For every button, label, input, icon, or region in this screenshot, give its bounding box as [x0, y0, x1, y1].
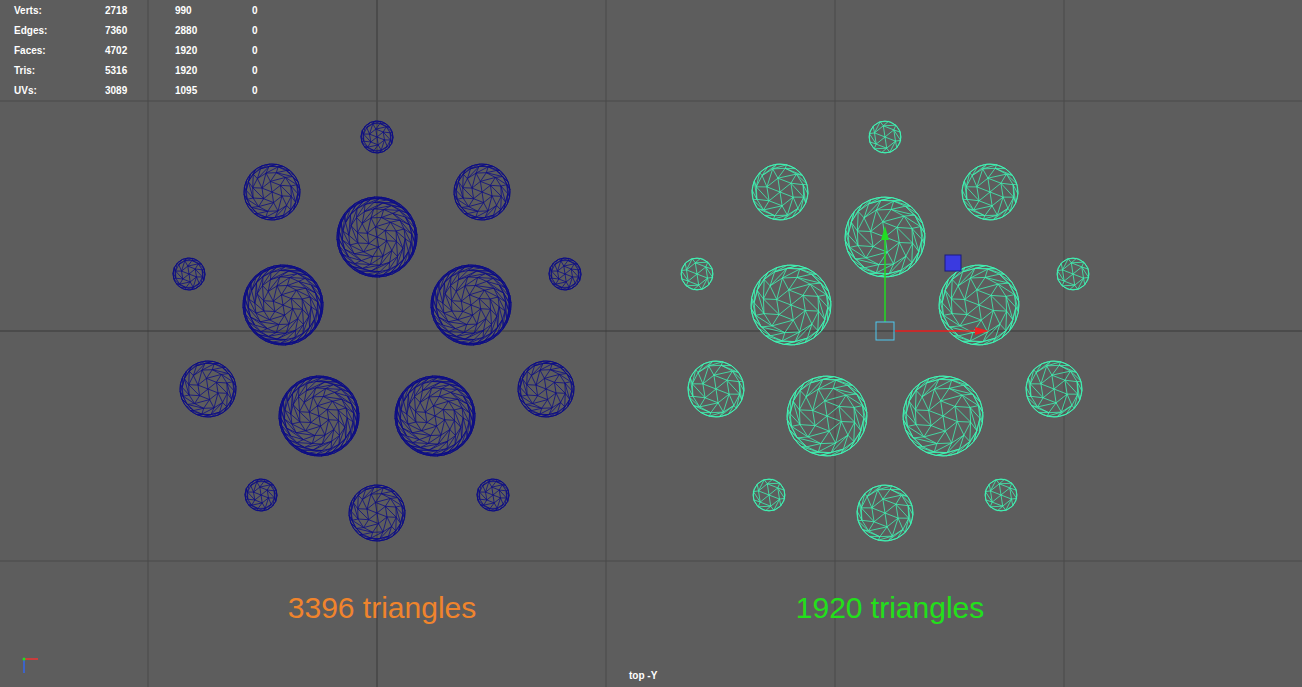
hud-label: UVs: [14, 81, 105, 101]
sphere-mesh[interactable] [1057, 258, 1089, 290]
hud-label: Edges: [14, 21, 105, 41]
hud-label: Faces: [14, 41, 105, 61]
plane-handle-icon[interactable] [945, 255, 961, 271]
sphere-mesh[interactable] [869, 121, 901, 153]
sphere-mesh[interactable] [752, 164, 808, 220]
heads-up-display: Verts:27189900Edges:736028800Faces:47021… [14, 1, 282, 101]
hud-value: 0 [252, 41, 282, 61]
sphere-mesh[interactable] [753, 479, 785, 511]
hud-value: 7360 [105, 21, 175, 41]
hud-value: 4702 [105, 41, 175, 61]
grid-line [0, 101, 1302, 102]
sphere-mesh[interactable] [985, 479, 1017, 511]
sphere-mesh[interactable] [857, 485, 913, 541]
hud-value: 1095 [175, 81, 252, 101]
grid-line [1064, 0, 1065, 687]
sphere-mesh[interactable] [1026, 361, 1082, 417]
maya-viewport[interactable]: Verts:27189900Edges:736028800Faces:47021… [0, 0, 1302, 687]
sphere-mesh[interactable] [549, 258, 581, 290]
pivot-icon[interactable] [876, 322, 894, 340]
sphere-mesh[interactable] [751, 265, 831, 345]
grid-line [0, 561, 1302, 562]
grid-line [835, 0, 836, 687]
hud-value: 0 [252, 61, 282, 81]
hud-value: 0 [252, 1, 282, 21]
sphere-mesh[interactable] [395, 376, 475, 456]
axis-gizmo-icon [23, 658, 39, 674]
triangle-count-caption: 1920 triangles [730, 588, 1050, 628]
sphere-mesh[interactable] [245, 479, 277, 511]
camera-label: top -Y [629, 669, 657, 683]
sphere-mesh[interactable] [903, 376, 983, 456]
hud-value: 0 [252, 21, 282, 41]
sphere-mesh[interactable] [244, 164, 300, 220]
sphere-mesh[interactable] [477, 479, 509, 511]
hud-value: 0 [252, 81, 282, 101]
sphere-mesh[interactable] [173, 258, 205, 290]
hud-label: Tris: [14, 61, 105, 81]
hud-value: 1920 [175, 61, 252, 81]
hud-value: 2718 [105, 1, 175, 21]
grid-line [148, 0, 149, 687]
sphere-mesh[interactable] [454, 164, 510, 220]
y-arrow-icon[interactable] [881, 226, 889, 240]
sphere-mesh[interactable] [279, 376, 359, 456]
sphere-mesh[interactable] [962, 164, 1018, 220]
sphere-mesh[interactable] [787, 376, 867, 456]
sphere-mesh[interactable] [939, 265, 1019, 345]
viewport-canvas[interactable] [0, 0, 1302, 687]
sphere-group[interactable] [681, 121, 1089, 541]
sphere-mesh[interactable] [681, 258, 713, 290]
sphere-mesh[interactable] [349, 485, 405, 541]
sphere-mesh[interactable] [361, 121, 393, 153]
sphere-mesh[interactable] [431, 265, 511, 345]
hud-label: Verts: [14, 1, 105, 21]
move-manipulator[interactable] [876, 226, 989, 340]
sphere-mesh[interactable] [180, 361, 236, 417]
grid-line [0, 331, 1302, 332]
sphere-mesh[interactable] [337, 197, 417, 277]
triangle-count-caption: 3396 triangles [222, 588, 542, 628]
hud-value: 990 [175, 1, 252, 21]
hud-value: 2880 [175, 21, 252, 41]
hud-value: 1920 [175, 41, 252, 61]
grid-line [606, 0, 607, 687]
hud-value: 3089 [105, 81, 175, 101]
hud-value: 5316 [105, 61, 175, 81]
sphere-mesh[interactable] [518, 361, 574, 417]
sphere-group[interactable] [173, 121, 581, 541]
x-arrow-icon[interactable] [975, 327, 989, 335]
grid-line [377, 0, 378, 687]
sphere-mesh[interactable] [688, 361, 744, 417]
sphere-mesh[interactable] [243, 265, 323, 345]
